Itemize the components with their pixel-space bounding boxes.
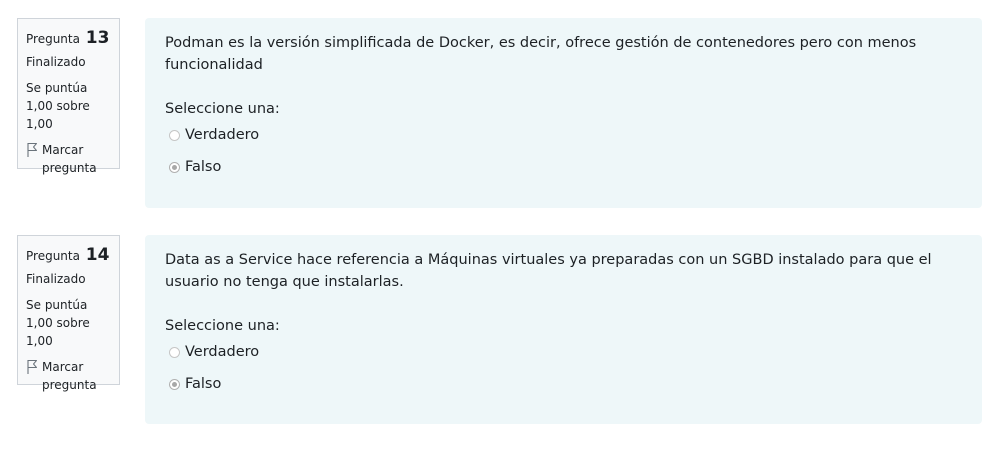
flag-question-label: Marcar pregunta: [42, 360, 97, 392]
question-label: Pregunta: [26, 249, 80, 263]
question-grade: Se puntúa 1,00 sobre 1,00: [26, 81, 90, 131]
answer-option-label: Falso: [185, 159, 222, 175]
flag-icon: [27, 143, 37, 157]
radio-verdadero[interactable]: [169, 129, 180, 141]
question-number-value: 13: [85, 28, 110, 48]
question-state: Finalizado: [26, 272, 86, 286]
question-content: Podman es la versión simplificada de Doc…: [145, 18, 982, 208]
answer-option-verdadero[interactable]: Verdadero: [169, 124, 962, 146]
answer-option-falso[interactable]: Falso: [169, 156, 962, 178]
question-content: Data as a Service hace referencia a Máqu…: [145, 235, 982, 424]
question-state: Finalizado: [26, 55, 86, 69]
flag-question-label: Marcar pregunta: [42, 143, 97, 175]
answer-option-label: Falso: [185, 376, 222, 392]
question-info-panel: Pregunta 14 Finalizado Se puntúa 1,00 so…: [17, 235, 120, 392]
question-text: Podman es la versión simplificada de Doc…: [165, 35, 917, 73]
answer-prompt: Seleccione una:: [165, 318, 280, 334]
radio-falso[interactable]: [169, 161, 180, 173]
question-number-value: 14: [85, 245, 110, 265]
question-number: Pregunta 13: [26, 28, 111, 49]
flag-question-button[interactable]: Marcar pregunta: [26, 141, 111, 177]
answer-prompt: Seleccione una:: [165, 101, 280, 117]
answer-option-verdadero[interactable]: Verdadero: [169, 341, 962, 363]
question-number: Pregunta 14: [26, 245, 111, 266]
radio-verdadero[interactable]: [169, 346, 180, 358]
question-grade: Se puntúa 1,00 sobre 1,00: [26, 298, 90, 348]
radio-falso[interactable]: [169, 378, 180, 390]
flag-question-button[interactable]: Marcar pregunta: [26, 358, 111, 394]
question-info-panel: Pregunta 13 Finalizado Se puntúa 1,00 so…: [17, 18, 120, 175]
answer-option-falso[interactable]: Falso: [169, 373, 962, 395]
question-label: Pregunta: [26, 32, 80, 46]
question-text: Data as a Service hace referencia a Máqu…: [165, 252, 932, 290]
flag-icon: [27, 360, 37, 374]
answer-option-label: Verdadero: [185, 127, 260, 143]
answer-option-label: Verdadero: [185, 344, 260, 360]
